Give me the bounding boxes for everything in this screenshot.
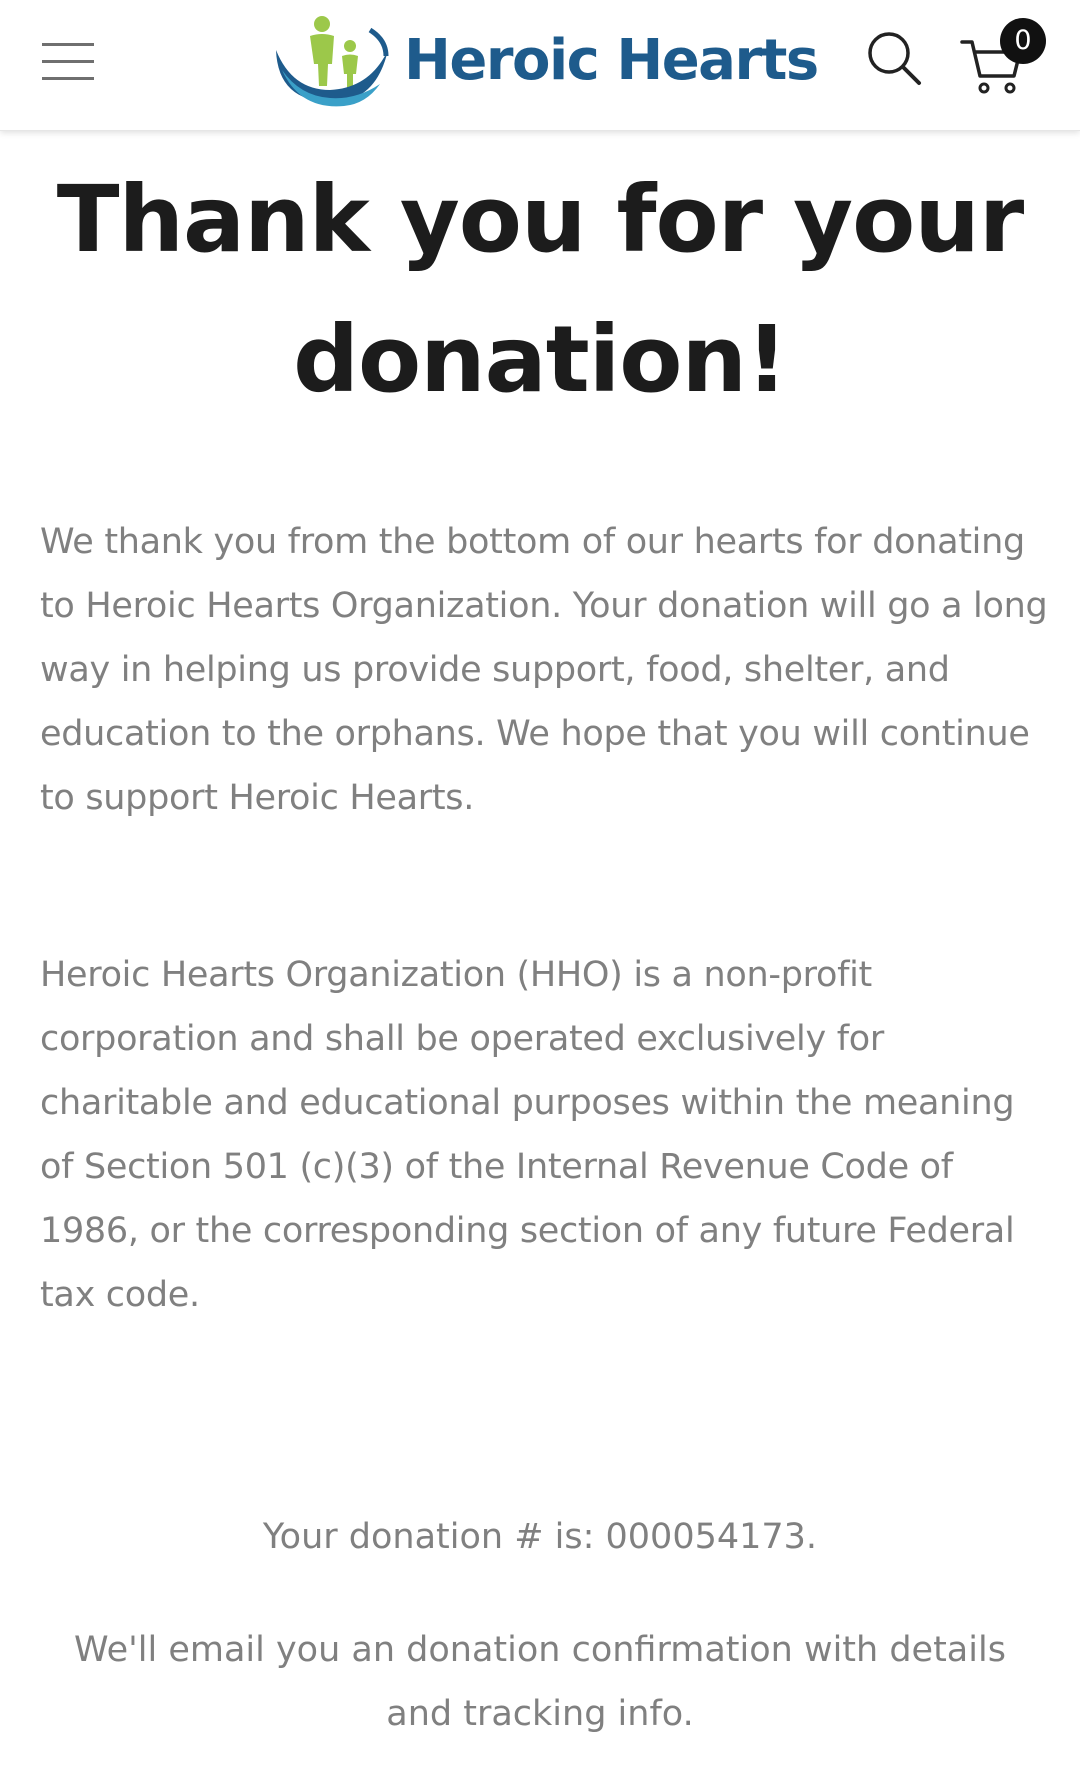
thank-you-paragraph: We thank you from the bottom of our hear…: [40, 522, 1048, 818]
search-button[interactable]: [862, 26, 926, 90]
email-confirmation-note: We'll email you an donation confirmation…: [74, 1630, 1006, 1734]
logo-text: Heroic Hearts: [404, 27, 819, 93]
menu-button[interactable]: [36, 34, 100, 90]
site-logo[interactable]: Heroic Hearts: [270, 8, 819, 112]
nonprofit-statement-paragraph: Heroic Hearts Organization (HHO) is a no…: [40, 955, 1015, 1315]
site-header: Heroic Hearts 0: [0, 0, 1080, 131]
donation-number: Your donation # is: 000054173.: [262, 1517, 818, 1557]
search-icon: [868, 32, 921, 85]
cart-count-badge: 0: [1000, 18, 1046, 64]
family-swoosh-logo-icon: [276, 16, 389, 107]
cart-button[interactable]: 0: [960, 18, 1046, 96]
hamburger-menu-icon: [42, 43, 94, 80]
page-title: Thank you for your donation!: [56, 166, 1024, 413]
